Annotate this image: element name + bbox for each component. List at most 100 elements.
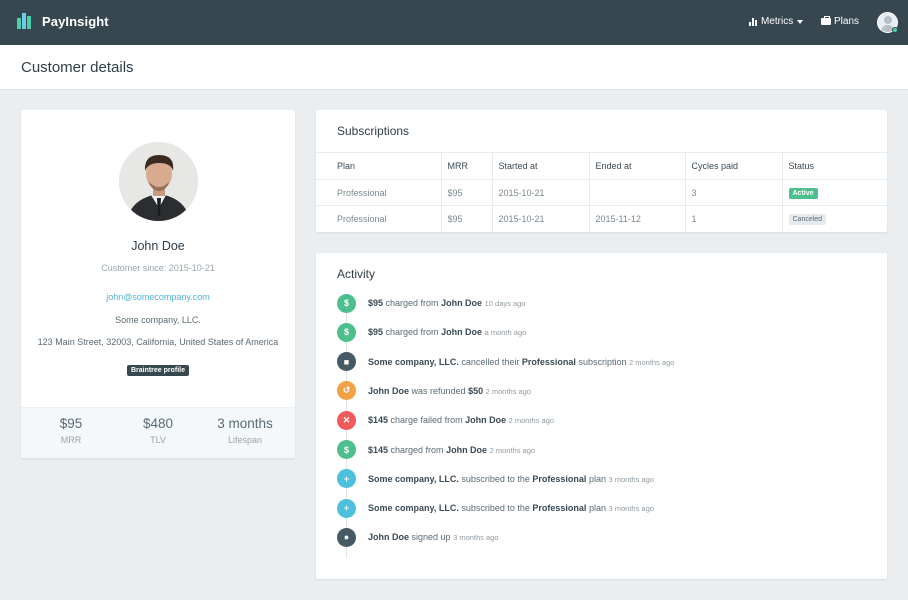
activity-emphasis: John Doe: [465, 415, 507, 426]
user-icon: ●: [337, 527, 356, 547]
activity-emphasis: $50: [468, 385, 484, 396]
column-header: Status: [782, 152, 887, 180]
activity-item: ↺ John Doe was refunded $50 2 months ago: [337, 381, 531, 401]
braintree-profile-badge[interactable]: Braintree profile: [126, 365, 190, 376]
stat-mrr: $95 MRR: [31, 416, 111, 445]
stat-tlv: $480 TLV: [118, 416, 198, 445]
cell-mrr: $95: [441, 179, 493, 206]
cell-status: Canceled: [782, 205, 887, 232]
refund-icon: ↺: [337, 381, 356, 401]
page-title: Customer details: [21, 59, 134, 76]
plus-icon: +: [337, 469, 356, 489]
activity-time: 3 months ago: [608, 474, 654, 484]
activity-item: ● John Doe signed up 3 months ago: [337, 527, 499, 547]
activity-item: + Some company, LLC. subscribed to the Pr…: [337, 469, 654, 489]
activity-text: Some company, LLC. subscribed to the Pro…: [368, 473, 654, 484]
activity-emphasis: John Doe: [441, 327, 483, 338]
stat-value: $480: [142, 416, 174, 431]
plus-icon: +: [337, 498, 356, 518]
activity-time: 2 months ago: [485, 386, 532, 396]
activity-text: John Doe signed up 3 months ago: [368, 532, 499, 543]
activity-text: $95 charged from John Doe 10 days ago: [368, 298, 526, 308]
activity-emphasis: Some company, LLC.: [368, 473, 459, 484]
table-header-row: Plan MRR Started at Ended at Cycles paid…: [316, 152, 887, 180]
activity-emphasis: John Doe: [368, 532, 410, 543]
activity-item: ✕ $145 charge failed from John Doe 2 mont…: [337, 410, 554, 430]
cell-ended: [589, 179, 686, 206]
column-header: Ended at: [589, 152, 686, 180]
subscriptions-table: Plan MRR Started at Ended at Cycles paid…: [316, 152, 887, 232]
dollar-icon: $: [337, 440, 356, 459]
activity-text: $145 charge failed from John Doe 2 month…: [368, 415, 555, 426]
activity-emphasis: Some company, LLC.: [368, 356, 459, 367]
activity-emphasis: $145: [368, 415, 389, 426]
status-badge: Canceled: [788, 213, 827, 225]
activity-emphasis: John Doe: [368, 385, 410, 396]
cell-started: 2015-10-21: [492, 205, 590, 232]
activity-item: ■ Some company, LLC. cancelled their Prof…: [337, 352, 674, 372]
status-badge: Active: [788, 187, 818, 199]
table-row: Professional $95 2015-10-21 2015-11-12 1…: [316, 205, 887, 232]
table-row: Professional $95 2015-10-21 3 Active: [316, 179, 887, 206]
dollar-icon: $: [337, 293, 356, 313]
column-header: Started at: [492, 152, 590, 180]
cell-cycles: 1: [685, 205, 783, 232]
cell-cycles: 3: [685, 179, 783, 206]
activity-time: 10 days ago: [484, 299, 526, 308]
activity-card: Activity $ $95 charged from John Doe 10 d…: [316, 253, 887, 579]
customer-stats: $95 MRR $480 TLV 3 months Lifespan: [21, 407, 295, 458]
top-navbar: PayInsight Metrics Plans: [0, 0, 908, 45]
bar-chart-icon: [749, 17, 758, 26]
activity-emphasis: $95: [368, 327, 384, 338]
stat-value: $95: [59, 416, 83, 431]
activity-item: $ $95 charged from John Doe a month ago: [337, 322, 526, 342]
stat-lifespan: 3 months Lifespan: [205, 416, 285, 445]
activity-emphasis: John Doe: [441, 298, 483, 308]
timeline-line: [346, 305, 347, 558]
stat-label: MRR: [60, 435, 82, 445]
activity-text: Some company, LLC. subscribed to the Pro…: [368, 503, 654, 514]
cell-started: 2015-10-21: [492, 179, 590, 206]
metrics-label: Metrics: [761, 16, 794, 27]
plans-link[interactable]: Plans: [821, 16, 859, 27]
column-header: Cycles paid: [685, 152, 783, 180]
online-status-dot: [892, 27, 898, 33]
activity-time: 2 months ago: [508, 416, 555, 426]
trash-icon: ■: [337, 352, 356, 372]
column-header: MRR: [441, 152, 493, 180]
activity-text: John Doe was refunded $50 2 months ago: [368, 385, 532, 396]
brand-name: PayInsight: [42, 13, 109, 29]
activity-emphasis: Some company, LLC.: [368, 503, 459, 514]
subscriptions-title: Subscriptions: [337, 124, 410, 138]
customer-email-link[interactable]: john@somecompany.com: [21, 292, 295, 302]
stat-value: 3 months: [217, 416, 273, 431]
customer-since: Customer since: 2015-10-21: [101, 263, 215, 273]
activity-emphasis: Professional: [532, 473, 587, 484]
activity-emphasis: $145: [368, 444, 389, 455]
cell-status: Active: [782, 179, 887, 206]
activity-emphasis: Professional: [521, 356, 576, 367]
activity-item: $ $95 charged from John Doe 10 days ago: [337, 293, 525, 313]
activity-emphasis: John Doe: [446, 444, 488, 455]
activity-text: Some company, LLC. cancelled their Profe…: [368, 356, 675, 367]
customer-address: 123 Main Street, 32003, California, Unit…: [37, 337, 279, 347]
caret-down-icon: [797, 20, 804, 24]
stat-label: TLV: [150, 435, 166, 445]
customer-name: John Doe: [131, 239, 185, 253]
activity-time: a month ago: [484, 328, 527, 338]
activity-time: 2 months ago: [628, 357, 675, 367]
customer-photo: [119, 142, 198, 221]
column-header: Plan: [316, 152, 442, 180]
page-header: Customer details: [0, 45, 908, 90]
cell-plan: Professional: [316, 205, 442, 232]
brand-link[interactable]: PayInsight: [17, 13, 109, 29]
plans-label: Plans: [834, 16, 860, 27]
x-icon: ✕: [337, 410, 356, 430]
metrics-dropdown[interactable]: Metrics: [749, 16, 804, 27]
briefcase-icon: [821, 16, 831, 25]
cell-mrr: $95: [441, 205, 493, 232]
cell-ended: 2015-11-12: [589, 205, 686, 232]
cell-plan: Professional: [316, 179, 442, 206]
activity-item: $ $145 charged from John Doe 2 months ago: [337, 440, 535, 460]
activity-time: 2 months ago: [489, 445, 536, 455]
